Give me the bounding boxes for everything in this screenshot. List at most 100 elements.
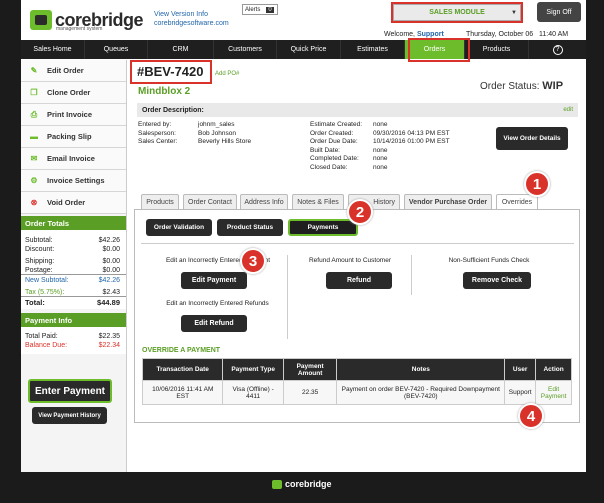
tab-vendor-purchase-order[interactable]: Vendor Purchase Order xyxy=(404,194,492,209)
gear-icon: ⚙ xyxy=(30,176,38,185)
alerts-count: 0 xyxy=(266,6,274,13)
col-header: Action xyxy=(535,358,572,381)
sidebar-packing-slip[interactable]: ▬ Packing Slip xyxy=(21,126,126,148)
edit-refund-button[interactable]: Edit Refund xyxy=(181,315,247,332)
tab-notes-files[interactable]: Notes & Files xyxy=(292,194,344,209)
subtab-product-status[interactable]: Product Status xyxy=(217,219,283,236)
subtab-order-validation[interactable]: Order Validation xyxy=(146,219,212,236)
footer-brand-name: corebridge xyxy=(285,479,332,489)
sidebar-edit-order[interactable]: ✎ Edit Order xyxy=(21,60,126,82)
nav-customers[interactable]: Customers xyxy=(214,40,277,59)
tab-address-info[interactable]: Address Info xyxy=(240,194,288,209)
field-label: Closed Date: xyxy=(310,163,348,171)
total-label: Shipping: xyxy=(25,258,55,265)
view-order-details-button[interactable]: View Order Details xyxy=(496,127,568,150)
sidebar-item-label: Edit Order xyxy=(47,66,84,75)
brand-sub: management system xyxy=(56,26,103,32)
order-totals-header: Order Totals xyxy=(21,216,126,230)
field-value: Bob Johnson xyxy=(198,129,236,137)
refund-button[interactable]: Refund xyxy=(326,272,392,289)
total-label: Discount: xyxy=(25,246,55,253)
remove-check-button[interactable]: Remove Check xyxy=(463,272,531,289)
field-label: Entered by: xyxy=(138,121,172,128)
view-payment-history-button[interactable]: View Payment History xyxy=(32,407,107,424)
sidebar-item-label: Void Order xyxy=(47,198,86,207)
field-row: Entered by: johnm_sales xyxy=(138,121,251,130)
welcome-line: Welcome, Support xyxy=(384,31,444,38)
nav-sales-home[interactable]: Sales Home xyxy=(21,40,85,59)
edit-payment-action-link[interactable]: Edit Payment xyxy=(535,380,572,405)
add-po-link[interactable]: Add PO# xyxy=(215,71,239,77)
edit-payment-button[interactable]: Edit Payment xyxy=(181,272,247,289)
col-header: Payment Type xyxy=(222,358,284,381)
divider xyxy=(411,255,412,295)
sidebar-item-label: Clone Order xyxy=(47,88,91,97)
override-payment-title: OVERRIDE A PAYMENT xyxy=(142,347,221,354)
field-label: Estimate Created: xyxy=(310,121,363,128)
col-header: Transaction Date xyxy=(141,358,224,381)
sidebar-void-order[interactable]: ⊗ Void Order xyxy=(21,192,126,214)
order-description-label: Order Description: xyxy=(142,106,204,114)
sidebar-email-invoice[interactable]: ✉ Email Invoice xyxy=(21,148,126,170)
edit-refund-text: Edit an Incorrectly Entered Refunds xyxy=(166,300,269,307)
logo-mark-icon xyxy=(272,479,282,489)
cell-notes: Payment on order BEV-7420 - Required Dow… xyxy=(336,380,506,405)
enter-payment-button[interactable]: Enter Payment xyxy=(28,379,112,403)
field-value: none xyxy=(373,155,388,162)
total-value: $42.26 xyxy=(98,237,120,244)
order-status-value: WIP xyxy=(542,80,564,92)
sidebar-item-label: Invoice Settings xyxy=(47,176,105,185)
total-label: Postage: xyxy=(25,267,53,274)
void-icon: ⊗ xyxy=(30,198,38,207)
tab-products[interactable]: Products xyxy=(141,194,179,209)
total-label: Tax (5.75%): xyxy=(25,289,65,296)
nav-queues[interactable]: Queues xyxy=(85,40,148,59)
field-row: Closed Date: none xyxy=(310,164,450,173)
sidebar-invoice-settings[interactable]: ⚙ Invoice Settings xyxy=(21,170,126,192)
callout-box-module xyxy=(391,2,523,23)
payment-row: Balance Due: $22.34 xyxy=(21,341,126,350)
field-value: none xyxy=(373,146,388,154)
payment-value: $22.35 xyxy=(98,333,120,340)
field-label: Sales Center: xyxy=(138,138,178,145)
order-totals: Subtotal: $42.26 Discount: $0.00 Shipping:… xyxy=(21,230,126,309)
tab-overrides[interactable]: Overrides xyxy=(496,194,538,210)
field-row: Order Due Date: 10/14/2016 01:00 PM EST xyxy=(310,138,450,147)
callout-badge-1: 1 xyxy=(524,171,550,197)
sidebar-item-label: Packing Slip xyxy=(47,132,92,141)
total-row: Subtotal: $42.26 xyxy=(21,236,126,245)
field-value: none xyxy=(373,163,388,171)
main-nav: Sales Home Queues CRM Customers Quick Pr… xyxy=(21,40,586,59)
help-icon[interactable]: ? xyxy=(529,40,586,59)
sign-off-button[interactable]: Sign Off xyxy=(537,2,581,22)
sidebar-item-label: Email Invoice xyxy=(47,154,95,163)
edit-description-link[interactable]: edit xyxy=(563,107,573,113)
alerts-box[interactable]: Alerts 0 xyxy=(242,4,278,15)
total-row: Discount: $0.00 xyxy=(21,245,126,254)
version-link[interactable]: View Version Info xyxy=(154,11,208,18)
nav-products[interactable]: Products xyxy=(465,40,529,59)
tab-order-contact[interactable]: Order Contact xyxy=(183,194,237,209)
order-status-label: Order Status: xyxy=(480,81,540,92)
help-icon-glyph: ? xyxy=(552,44,563,55)
subtab-payments[interactable]: Payments xyxy=(288,219,358,236)
total-row: Postage: $0.00 xyxy=(21,266,126,275)
order-status: Order Status: WIP xyxy=(480,80,563,92)
user-link[interactable]: Support xyxy=(417,31,444,38)
field-label: Built Date: xyxy=(310,146,340,154)
total-label: Subtotal: xyxy=(25,237,53,244)
sidebar-print-invoice[interactable]: ⎙ Print Invoice xyxy=(21,104,126,126)
payment-value: $22.34 xyxy=(98,342,120,349)
nav-estimates[interactable]: Estimates xyxy=(341,40,405,59)
field-value: none xyxy=(373,121,388,128)
payment-label: Balance Due: xyxy=(25,342,68,349)
total-value: $0.00 xyxy=(102,246,120,253)
nav-crm[interactable]: CRM xyxy=(148,40,214,59)
sidebar-clone-order[interactable]: ❐ Clone Order xyxy=(21,82,126,104)
site-link[interactable]: corebridgesoftware.com xyxy=(154,20,229,27)
nav-quick-price[interactable]: Quick Price xyxy=(277,40,341,59)
cell-amount: 22.35 xyxy=(282,380,338,405)
field-value: johnm_sales xyxy=(198,121,235,128)
footer-logo: corebridge xyxy=(272,479,332,489)
col-header: User xyxy=(504,358,537,381)
